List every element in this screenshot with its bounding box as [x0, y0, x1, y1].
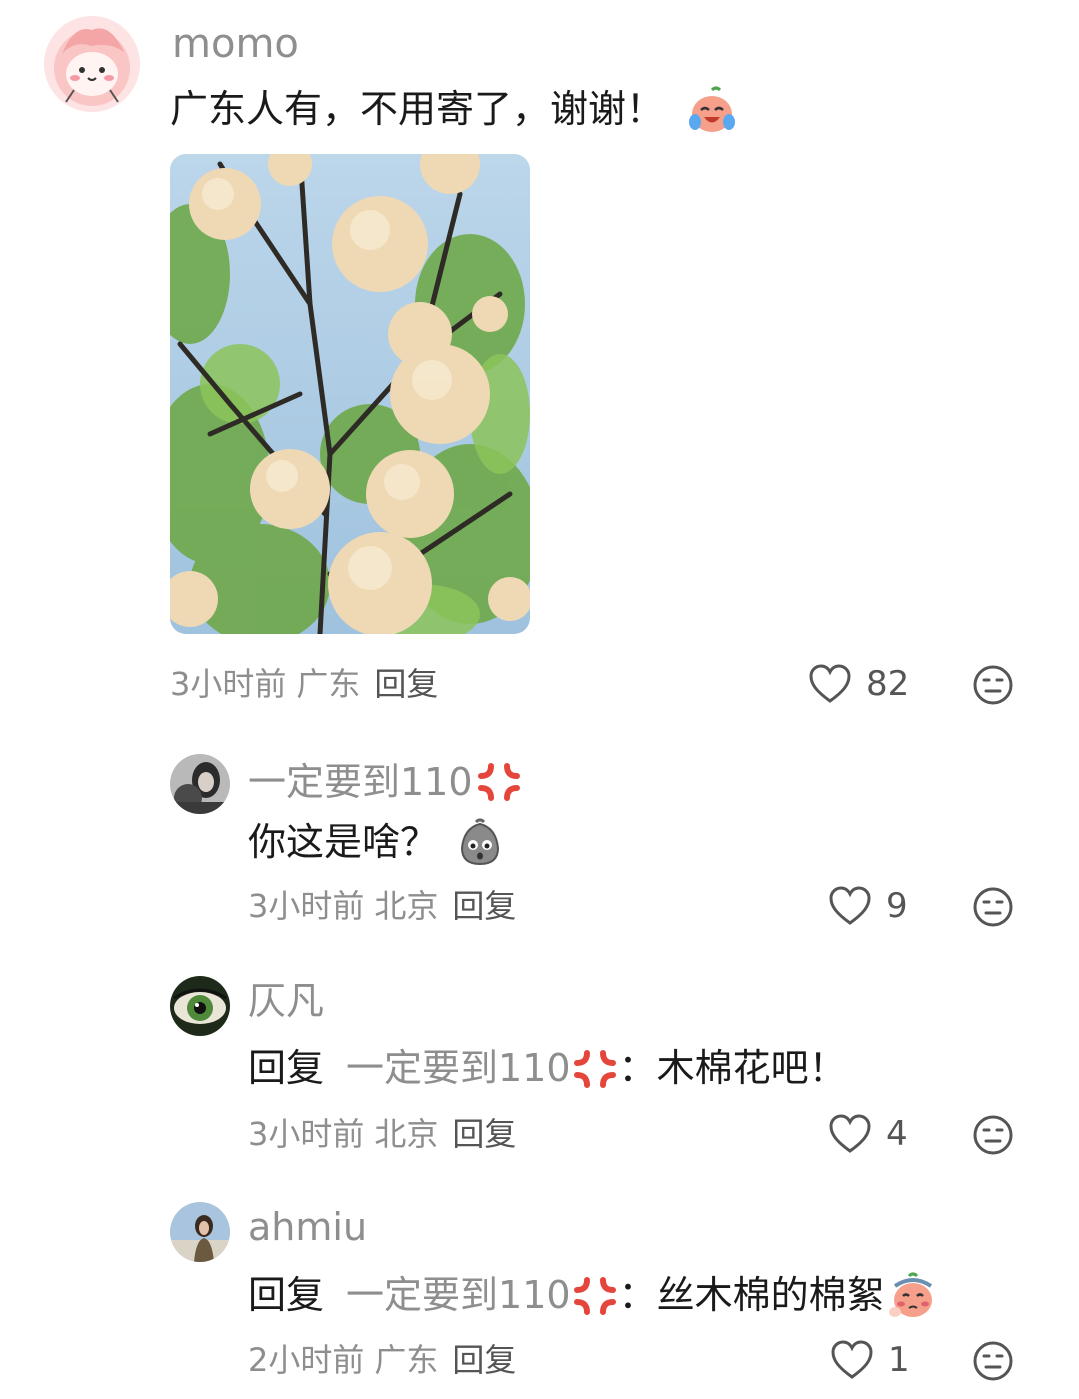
like-button[interactable]: 9 — [828, 886, 908, 926]
reply-prefix: 回复 — [248, 1273, 325, 1318]
heart-outline-icon — [831, 1340, 873, 1379]
crying-laugh-emoji — [686, 84, 738, 136]
reply-target-username[interactable]: 一定要到110 — [346, 1046, 571, 1092]
meh-face-icon — [973, 1341, 1013, 1381]
heart-outline-icon — [829, 1114, 871, 1153]
comment-time: 3小时前 — [248, 1115, 365, 1153]
dislike-button[interactable] — [972, 1114, 1014, 1156]
avatar-yidingyaodao110[interactable] — [170, 754, 230, 814]
comment-meta: 3小时前 北京 回复 — [248, 890, 516, 922]
reply-separator: ： — [618, 1046, 657, 1090]
comment-meta: 2小时前 广东 回复 — [248, 1344, 516, 1376]
anger-symbol-emoji — [571, 1274, 619, 1318]
comment-text: 木棉花吧！ — [656, 1046, 847, 1090]
like-button[interactable]: 82 — [808, 664, 909, 704]
comment-body: 回复 一定要到110 ： 丝木棉的棉絮 — [248, 1272, 937, 1320]
like-count: 1 — [888, 1340, 910, 1380]
comment-meta: 3小时前 北京 回复 — [248, 1118, 516, 1150]
reply-prefix: 回复 — [248, 1046, 325, 1090]
comment-username[interactable]: ahmiu — [248, 1208, 367, 1246]
comment-username[interactable]: 仄凡 — [248, 982, 324, 1020]
comment-body: 广东人有，不用寄了，谢谢！ — [170, 84, 738, 136]
anger-symbol-emoji — [475, 760, 523, 804]
comment-body: 回复 一定要到110 ： 木棉花吧！ — [248, 1046, 847, 1092]
comment-body: 你这是啥？ — [248, 818, 504, 868]
avatar-ahmiu[interactable] — [170, 1202, 230, 1262]
reply-separator: ： — [618, 1273, 657, 1318]
comment-location: 北京 — [374, 887, 439, 925]
heart-outline-icon — [829, 886, 871, 925]
comment-location: 广东 — [374, 1341, 439, 1379]
comment-text: 你这是啥？ — [248, 820, 439, 865]
like-count: 4 — [886, 1114, 908, 1154]
comment-image[interactable] — [170, 154, 530, 634]
meh-face-icon — [973, 887, 1013, 927]
username-text: 一定要到110 — [248, 760, 473, 804]
dislike-button[interactable] — [972, 1340, 1014, 1382]
reply-target-username[interactable]: 一定要到110 — [346, 1273, 571, 1319]
comment-location: 北京 — [374, 1115, 439, 1153]
reply-button[interactable]: 回复 — [452, 1341, 516, 1379]
dislike-button[interactable] — [972, 664, 1014, 706]
meh-face-icon — [973, 665, 1013, 705]
reply-button[interactable]: 回复 — [452, 887, 516, 925]
like-count: 9 — [886, 886, 908, 926]
comment-thread: momo 广东人有，不用寄了，谢谢！ 3小时前 广东 回复 82 一定要到110… — [0, 0, 1079, 1399]
dislike-button[interactable] — [972, 886, 1014, 928]
meh-face-icon — [973, 1115, 1013, 1155]
comment-meta: 3小时前 广东 回复 — [170, 668, 438, 700]
comment-time: 3小时前 — [170, 665, 287, 703]
like-button[interactable]: 1 — [830, 1340, 910, 1380]
confused-face-emoji — [456, 818, 504, 868]
comment-username[interactable]: 一定要到110 — [248, 760, 523, 804]
avatar-zefan[interactable] — [170, 976, 230, 1036]
anger-symbol-emoji — [571, 1047, 619, 1091]
reply-button[interactable]: 回复 — [374, 665, 438, 703]
comment-time: 3小时前 — [248, 887, 365, 925]
like-button[interactable]: 4 — [828, 1114, 908, 1154]
comment-location: 广东 — [296, 665, 361, 703]
avatar-momo[interactable] — [44, 16, 140, 112]
like-count: 82 — [866, 664, 910, 704]
heart-outline-icon — [809, 664, 851, 703]
comment-text: 广东人有，不用寄了，谢谢！ — [170, 87, 665, 132]
reply-button[interactable]: 回复 — [452, 1115, 516, 1153]
shy-face-emoji — [887, 1272, 937, 1320]
comment-text: 丝木棉的棉絮 — [656, 1273, 885, 1318]
comment-username[interactable]: momo — [172, 24, 299, 64]
comment-time: 2小时前 — [248, 1341, 365, 1379]
